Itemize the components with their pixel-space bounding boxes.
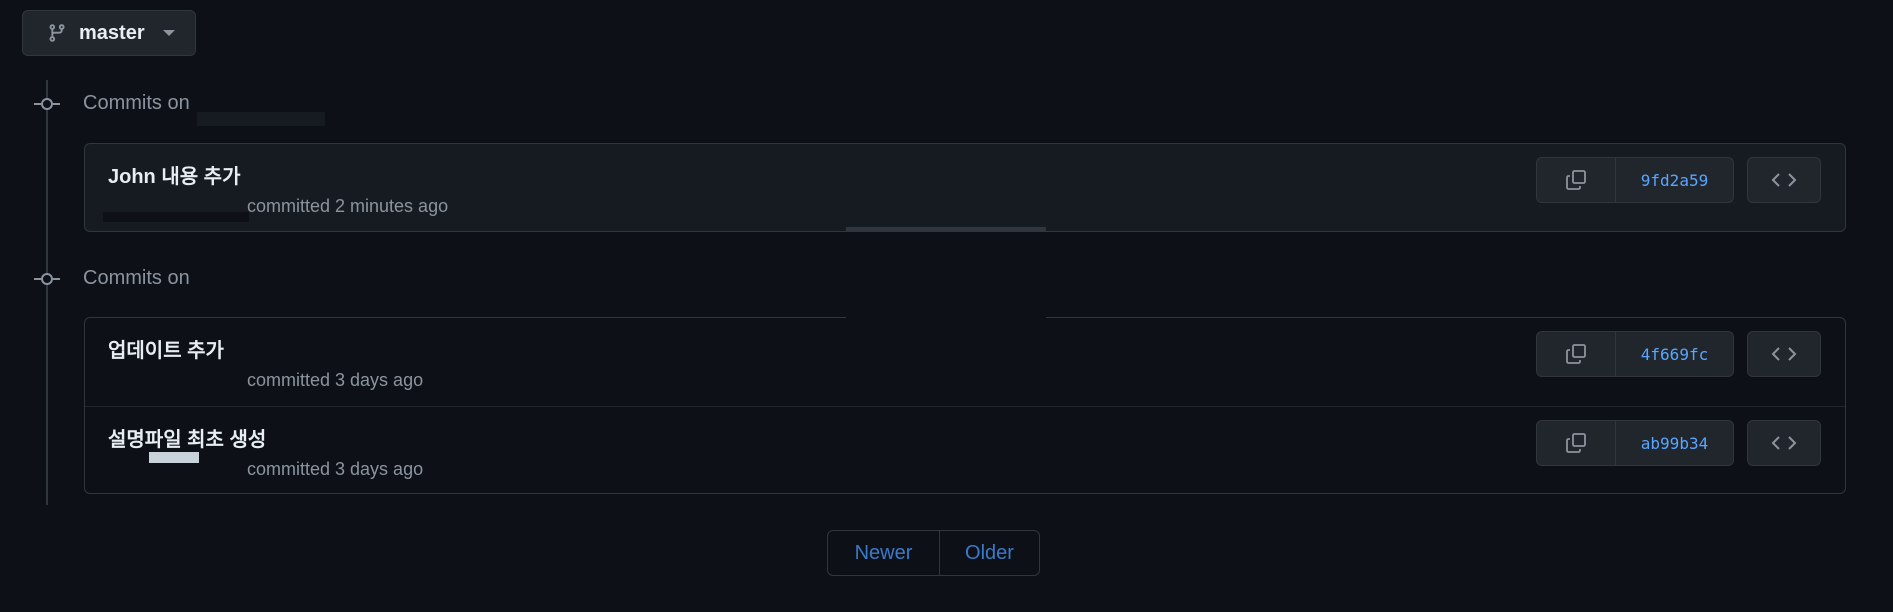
commit-meta: committed 3 days ago (247, 459, 424, 479)
commit-actions: 4f669fc (1536, 331, 1734, 377)
code-icon (1771, 347, 1797, 361)
copy-sha-button[interactable] (1537, 332, 1616, 376)
older-button[interactable]: Older (940, 531, 1039, 575)
copy-sha-button[interactable] (1537, 158, 1616, 202)
commit-node-icon (34, 273, 60, 285)
commit-actions: 9fd2a59 (1536, 157, 1734, 203)
commit-meta: committed 2 minutes ago (247, 196, 449, 216)
timeline-line (46, 80, 48, 505)
browse-repo-button[interactable] (1747, 420, 1821, 466)
code-icon (1771, 173, 1797, 187)
copy-sha-button[interactable] (1537, 421, 1616, 465)
browse-repo-button[interactable] (1747, 331, 1821, 377)
commit-node-icon (34, 98, 60, 110)
copy-icon (1566, 433, 1586, 453)
commit-row: 설명파일 최초 생성 committed 3 days ago ab99b34 (85, 406, 1845, 493)
commit-sha-link[interactable]: 4f669fc (1616, 332, 1733, 376)
commit-title-link[interactable]: John 내용 추가 (108, 160, 241, 189)
commit-title-link[interactable]: 설명파일 최초 생성 (108, 423, 266, 452)
code-icon (1771, 436, 1797, 450)
overlay-block (846, 232, 1046, 318)
commit-row: John 내용 추가 committed 2 minutes ago 9fd2a… (85, 144, 1845, 231)
commit-actions: ab99b34 (1536, 420, 1734, 466)
pagination: Newer Older (827, 530, 1040, 576)
redacted-author (103, 212, 249, 222)
commit-row: 업데이트 추가 committed 3 days ago 4f669fc (85, 318, 1845, 406)
git-branch-icon (49, 24, 65, 42)
copy-icon (1566, 344, 1586, 364)
commit-sha-link[interactable]: 9fd2a59 (1616, 158, 1733, 202)
branch-selector-button[interactable]: master (22, 10, 196, 56)
commit-title-link[interactable]: 업데이트 추가 (108, 334, 224, 363)
scroll-indicator (846, 227, 1046, 231)
commit-group: John 내용 추가 committed 2 minutes ago 9fd2a… (84, 143, 1846, 232)
commit-group: 업데이트 추가 committed 3 days ago 4f669fc 설명파… (84, 317, 1846, 494)
chevron-down-icon (162, 30, 175, 36)
branch-name: master (79, 21, 145, 44)
browse-repo-button[interactable] (1747, 157, 1821, 203)
redacted-date (197, 112, 325, 126)
redacted-author (149, 452, 199, 463)
commits-on-heading: Commits on (83, 92, 190, 114)
newer-button[interactable]: Newer (828, 531, 940, 575)
commit-sha-link[interactable]: ab99b34 (1616, 421, 1733, 465)
copy-icon (1566, 170, 1586, 190)
commit-meta: committed 3 days ago (247, 370, 424, 390)
commits-on-heading: Commits on (83, 267, 190, 289)
